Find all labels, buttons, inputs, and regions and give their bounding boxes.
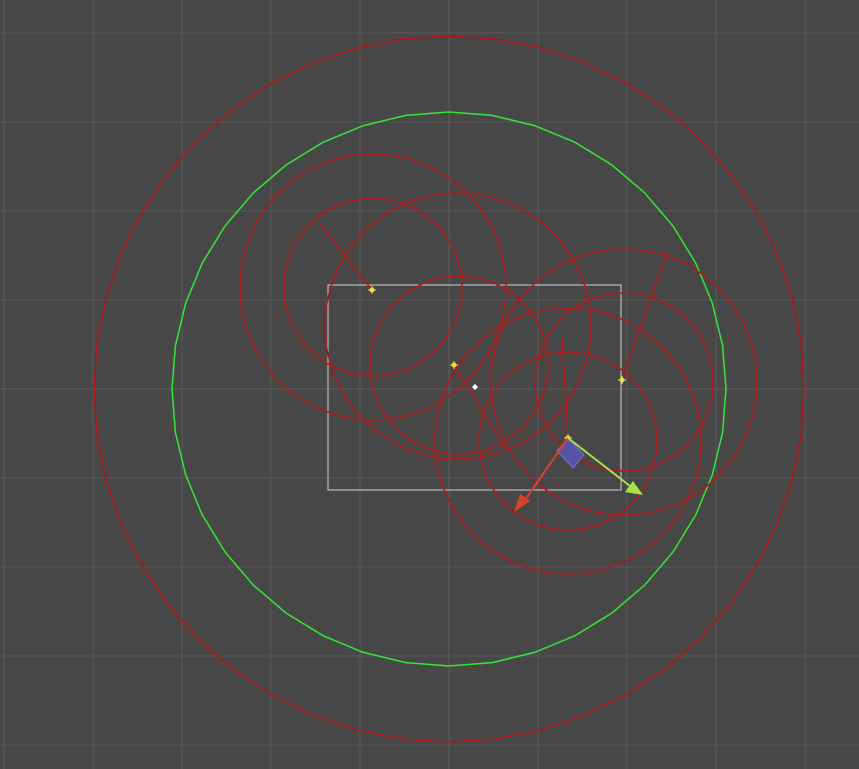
light-direction-line <box>319 223 373 291</box>
light-direction-lines <box>319 223 668 449</box>
light-range-circle <box>490 248 758 516</box>
transform-gizmo[interactable] <box>514 437 643 512</box>
scene-grid <box>0 0 859 769</box>
scene-canvas[interactable] <box>0 0 859 769</box>
light-direction-line <box>621 251 668 381</box>
scene-viewport[interactable] <box>0 0 859 769</box>
light-source-icon[interactable] <box>618 376 626 384</box>
light-range-circle <box>283 197 463 377</box>
gizmo-plane-handle[interactable] <box>556 437 585 469</box>
light-direction-line <box>561 337 569 439</box>
light-range-circles <box>239 153 758 575</box>
